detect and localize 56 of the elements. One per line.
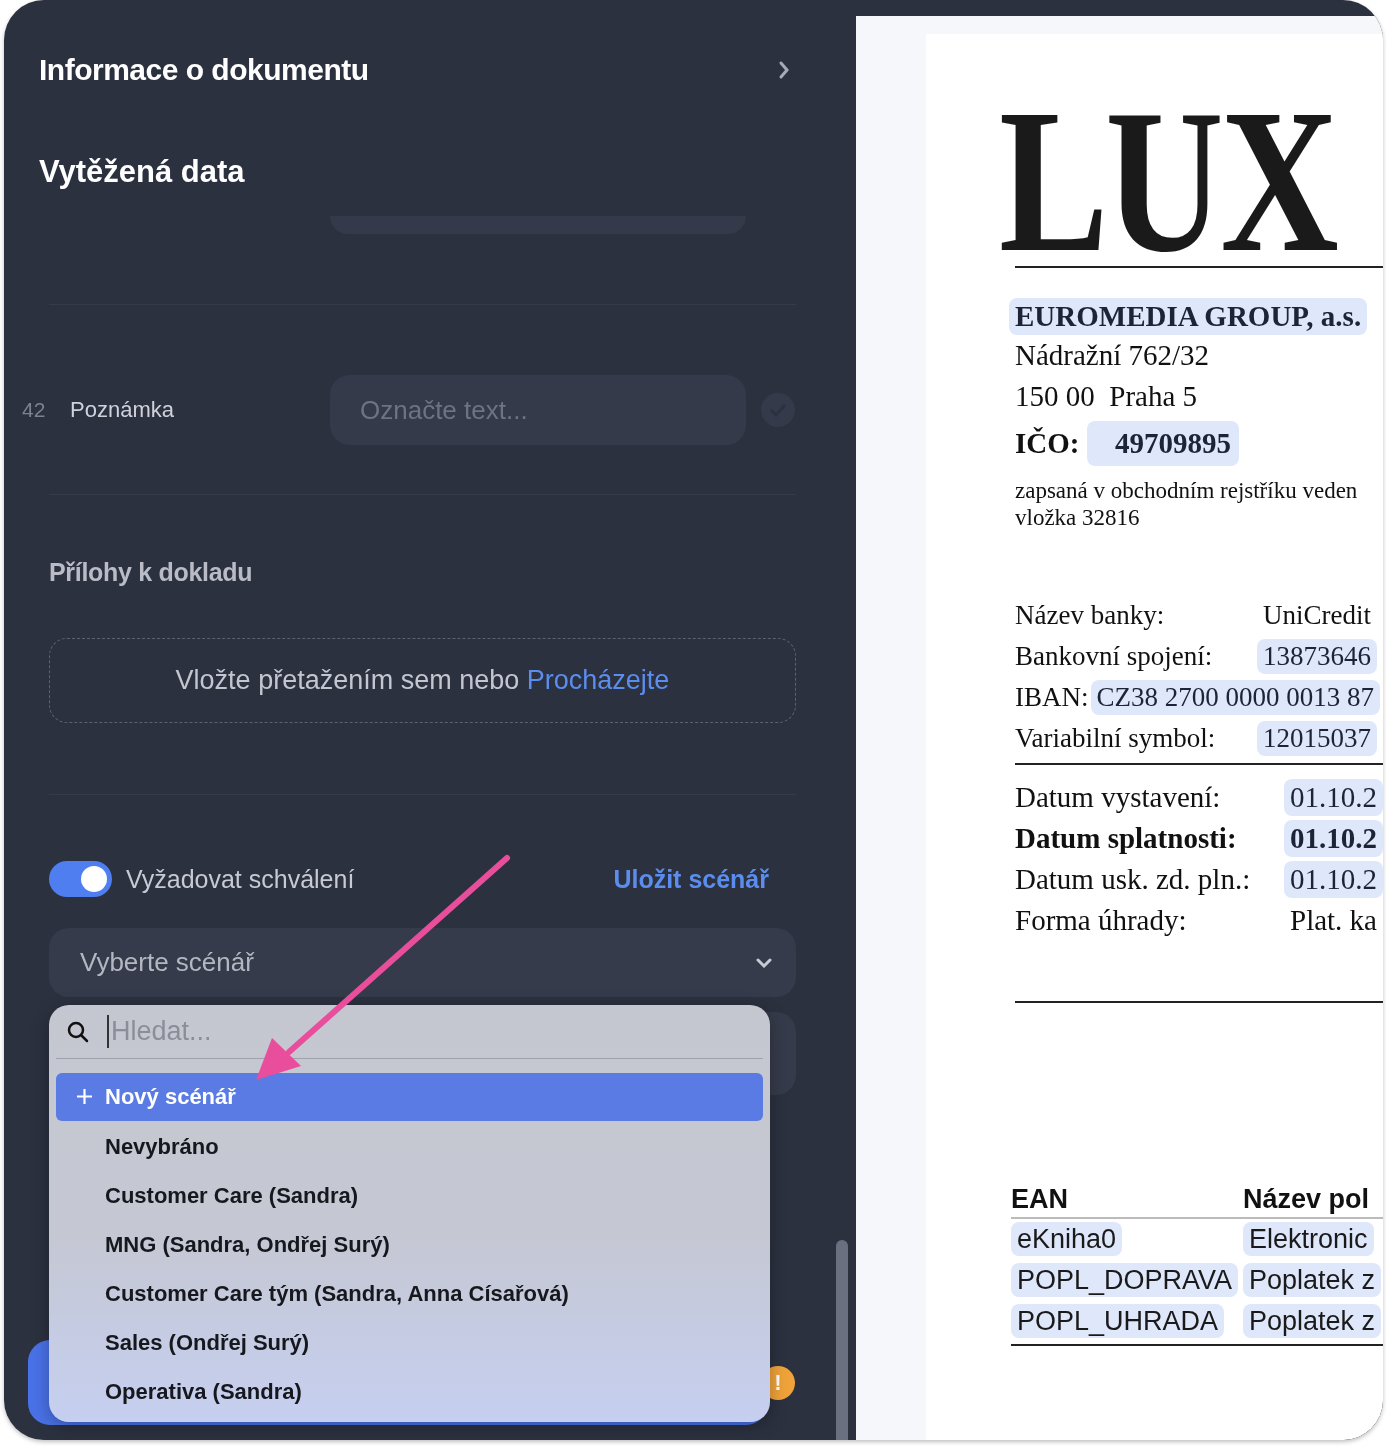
bank-label: Variabilní symbol: — [1015, 723, 1217, 754]
scenario-option[interactable]: Operativa (Sandra) — [56, 1367, 763, 1416]
table-cell: POPL_DOPRAVA — [1011, 1263, 1239, 1297]
table-cell: Elektronic — [1243, 1222, 1374, 1256]
caret-icon — [756, 957, 772, 968]
company-logo: LUX — [999, 96, 1336, 266]
save-scenario-link[interactable]: Uložit scénář — [613, 864, 769, 894]
section-title: Vytěžená data — [39, 153, 246, 191]
scenario-option[interactable]: Customer Care (Sandra) — [56, 1171, 763, 1220]
scrollbar[interactable] — [836, 1240, 848, 1440]
company-name: EUROMEDIA GROUP, a.s. — [1009, 298, 1368, 335]
ico-value: 49709895 — [1087, 420, 1239, 466]
date-label: Datum usk. zd. pln.: — [1015, 863, 1252, 896]
registry-text: vložka 32816 — [1015, 504, 1141, 531]
plus-icon — [76, 1088, 93, 1105]
table-cell: POPL_UHRADA — [1011, 1304, 1225, 1338]
input-field[interactable]: Označte text... — [330, 375, 746, 445]
table-cell: eKniha0 — [1011, 1222, 1123, 1256]
date-value: Plat. ka — [1290, 903, 1377, 938]
field-number: 42 — [22, 398, 46, 422]
scenario-select[interactable]: Vyberte scénář — [49, 928, 796, 997]
browse-link[interactable]: Procházejte — [526, 665, 670, 695]
table-cell: Poplatek z — [1243, 1304, 1382, 1338]
field-label: Poznámka — [70, 397, 175, 423]
bank-value: UniCredit — [1263, 599, 1371, 632]
attachments-title: Přílohy k dokladu — [49, 556, 254, 588]
date-label: Forma úhrady: — [1015, 904, 1188, 937]
address-line: 150 00 Praha 5 — [1015, 379, 1199, 414]
bank-label: Bankovní spojení: — [1015, 641, 1214, 672]
new-scenario-item[interactable]: Nový scénář — [56, 1073, 763, 1121]
date-value: 01.10.2 — [1284, 820, 1383, 857]
chevron-icon[interactable] — [778, 60, 790, 80]
date-label: Datum splatnosti: — [1015, 822, 1238, 855]
toggle-label: Vyžadovat schválení — [126, 864, 356, 894]
date-label: Datum vystavení: — [1015, 781, 1222, 814]
search-icon — [67, 1020, 89, 1043]
registry-text: zapsaná v obchodním rejstříku veden — [1015, 477, 1359, 504]
scenario-option[interactable]: Customer Care tým (Sandra, Anna Císařová) — [56, 1269, 763, 1318]
column-header: Název pol — [1243, 1184, 1370, 1215]
table-cell: Poplatek z — [1243, 1263, 1382, 1297]
scenario-option[interactable]: Sales (Ondřej Surý) — [56, 1318, 763, 1367]
approval-toggle[interactable] — [49, 861, 112, 897]
scenario-option[interactable]: MNG (Sandra, Ondřej Surý) — [56, 1220, 763, 1269]
scenario-option[interactable]: Nevybráno — [56, 1122, 763, 1171]
date-value: 01.10.2 — [1284, 861, 1383, 898]
column-header: EAN — [1011, 1184, 1069, 1215]
bank-value: 12015037 — [1257, 721, 1377, 756]
address-line: Nádražní 762/32 — [1015, 338, 1211, 373]
date-value: 01.10.2 — [1284, 779, 1383, 816]
drop-zone[interactable]: Vložte přetažením sem nebo Procházejte — [49, 638, 796, 723]
bank-label: Název banky: — [1015, 600, 1166, 631]
bank-value: 13873646 — [1257, 639, 1377, 674]
panel-title: Informace o dokumentu — [39, 53, 369, 87]
ico-label: IČO: — [1015, 426, 1081, 460]
bank-label: IBAN: — [1015, 682, 1089, 713]
bank-value: CZ38 2700 0000 0013 87 — [1090, 680, 1380, 715]
